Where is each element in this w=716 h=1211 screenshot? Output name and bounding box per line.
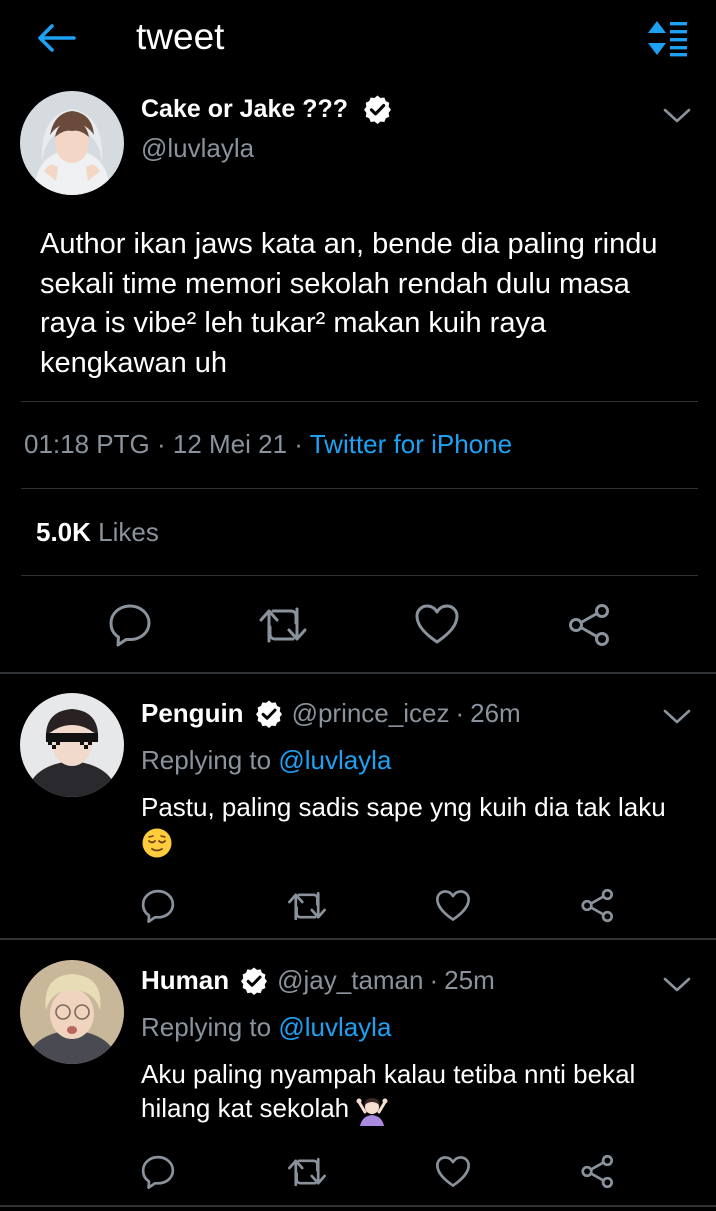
reply-text: Pastu, paling sadis sape yng kuih dia ta… xyxy=(141,790,706,859)
verified-badge-icon xyxy=(255,700,282,728)
sort-icon[interactable] xyxy=(645,18,689,58)
relieved-face-emoji xyxy=(142,828,172,858)
replying-to-label: Replying to xyxy=(141,1012,272,1042)
share-icon[interactable] xyxy=(580,1154,616,1189)
reply-icon[interactable] xyxy=(140,888,176,924)
tweet-date[interactable]: 12 Mei 21 xyxy=(173,429,287,459)
share-icon[interactable] xyxy=(580,888,616,923)
reply-author-handle[interactable]: @prince_icez xyxy=(292,698,450,729)
verified-badge-icon xyxy=(364,95,391,124)
retweet-icon[interactable] xyxy=(258,605,308,645)
verified-badge-icon xyxy=(241,967,268,995)
tweet-source-link[interactable]: Twitter for iPhone xyxy=(310,429,512,459)
reply-author-name[interactable]: Human xyxy=(141,965,229,996)
replying-to: Replying to @luvlayla xyxy=(141,745,391,776)
likes-label: Likes xyxy=(98,517,159,547)
reply-separator: · xyxy=(455,698,465,728)
likes-count: 5.0K xyxy=(36,517,91,547)
top-bar: tweet xyxy=(0,0,716,78)
divider xyxy=(0,672,716,674)
tweet-meta: 01:18 PTG · 12 Mei 21 · Twitter for iPho… xyxy=(24,429,512,460)
page-title: tweet xyxy=(136,16,225,57)
chevron-down-icon[interactable] xyxy=(662,707,692,727)
reply-time[interactable]: 26m xyxy=(470,698,521,729)
mention-link[interactable]: @luvlayla xyxy=(278,1012,391,1042)
avatar[interactable] xyxy=(20,960,124,1064)
divider xyxy=(21,401,698,402)
like-icon[interactable] xyxy=(435,1155,471,1188)
replying-to: Replying to @luvlayla xyxy=(141,1012,391,1043)
retweet-icon[interactable] xyxy=(287,1156,327,1188)
divider xyxy=(0,938,716,940)
replying-to-label: Replying to xyxy=(141,745,272,775)
reply-author-handle[interactable]: @jay_taman xyxy=(277,965,423,996)
meta-separator: · xyxy=(156,429,166,459)
reply-time[interactable]: 25m xyxy=(444,965,495,996)
avatar[interactable] xyxy=(20,91,124,195)
tweet-page: tweet Cake or Jake ??? @luvlayla Author … xyxy=(0,0,716,1211)
divider xyxy=(0,1205,716,1207)
divider xyxy=(21,575,698,576)
reply-header: Penguin @prince_icez · 26m xyxy=(141,698,521,729)
retweet-icon[interactable] xyxy=(287,890,327,922)
chevron-down-icon[interactable] xyxy=(662,106,692,126)
meta-separator: · xyxy=(294,429,303,459)
like-icon[interactable] xyxy=(414,603,460,645)
author-name[interactable]: Cake or Jake ??? xyxy=(141,95,348,124)
reply-icon[interactable] xyxy=(107,602,153,648)
tweet-time[interactable]: 01:18 PTG xyxy=(24,429,150,459)
like-icon[interactable] xyxy=(435,889,471,922)
tweet-text: Author ikan jaws kata an, bende dia pali… xyxy=(40,228,658,379)
likes-stat[interactable]: 5.0K Likes xyxy=(36,517,159,548)
divider xyxy=(21,488,698,489)
reply-text-body: Pastu, paling sadis sape yng kuih dia ta… xyxy=(141,792,666,822)
author-name-row: Cake or Jake ??? xyxy=(141,94,393,125)
reply-header: Human @jay_taman · 25m xyxy=(141,965,495,996)
reply-icon[interactable] xyxy=(140,1154,176,1190)
share-icon[interactable] xyxy=(567,603,613,647)
reply-text: Aku paling nyampah kalau tetiba nnti bek… xyxy=(141,1057,681,1127)
back-arrow-icon[interactable] xyxy=(36,22,76,54)
person-gesturing-emoji xyxy=(356,1098,388,1127)
author-handle[interactable]: @luvlayla xyxy=(141,133,254,164)
avatar[interactable] xyxy=(20,693,124,797)
mention-link[interactable]: @luvlayla xyxy=(278,745,391,775)
chevron-down-icon[interactable] xyxy=(662,975,692,995)
reply-author-name[interactable]: Penguin xyxy=(141,698,244,729)
reply-separator: · xyxy=(429,965,439,995)
